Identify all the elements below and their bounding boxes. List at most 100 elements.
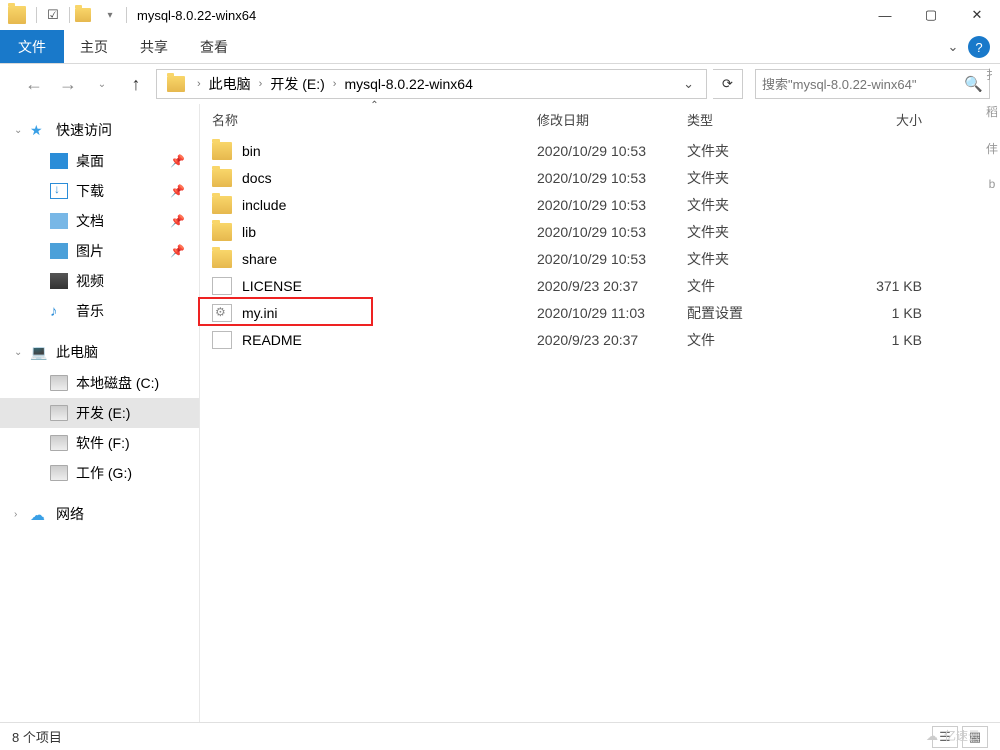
refresh-button[interactable]: ⟳	[713, 69, 743, 99]
sidebar-network[interactable]: › ☁ 网络	[0, 498, 199, 530]
file-row[interactable]: include2020/10/29 10:53文件夹	[200, 191, 1000, 218]
file-name: docs	[242, 170, 537, 186]
ribbon-file-tab[interactable]: 文件	[0, 30, 64, 63]
chevron-right-icon[interactable]: ›	[191, 78, 207, 90]
nav-recent-dropdown[interactable]: ⌄	[88, 70, 116, 98]
desktop-icon	[50, 153, 68, 169]
disk-icon	[50, 405, 68, 421]
qat-new-folder-icon[interactable]	[74, 3, 98, 27]
file-row[interactable]: README2020/9/23 20:37文件1 KB	[200, 326, 1000, 353]
breadcrumb-drive[interactable]: 开发 (E:)	[268, 74, 326, 94]
side-cropped-chars: 扌稻仹b	[984, 66, 1000, 191]
close-button[interactable]: ✕	[954, 0, 1000, 30]
qat-properties-icon[interactable]: ☑	[41, 3, 65, 27]
file-name: LICENSE	[242, 278, 537, 294]
sidebar-drive-g[interactable]: 工作 (G:)	[0, 458, 199, 488]
file-size: 1 KB	[837, 332, 922, 348]
column-header-size[interactable]: 大小	[837, 110, 922, 129]
network-icon: ☁	[30, 506, 48, 522]
chevron-down-icon[interactable]: ⌄	[14, 125, 22, 136]
file-name: my.ini	[242, 305, 537, 321]
chevron-right-icon[interactable]: ›	[253, 78, 269, 90]
sidebar-item-music[interactable]: ♪音乐	[0, 296, 199, 326]
maximize-button[interactable]: ▢	[908, 0, 954, 30]
title-bar: ☑ ▾ mysql-8.0.22-winx64 — ▢ ✕	[0, 0, 1000, 30]
breadcrumb-thispc[interactable]: 此电脑	[207, 74, 253, 94]
search-input[interactable]	[762, 77, 964, 92]
nav-forward-button[interactable]: →	[54, 70, 82, 98]
sidebar-item-desktop[interactable]: 桌面📌	[0, 146, 199, 176]
file-row[interactable]: docs2020/10/29 10:53文件夹	[200, 164, 1000, 191]
disk-icon	[50, 435, 68, 451]
sidebar-item-pictures[interactable]: 图片📌	[0, 236, 199, 266]
chevron-right-icon[interactable]: ›	[327, 78, 343, 90]
file-date: 2020/10/29 10:53	[537, 170, 687, 186]
ribbon-tab-home[interactable]: 主页	[64, 30, 124, 63]
file-type: 文件夹	[687, 168, 837, 188]
file-date: 2020/10/29 10:53	[537, 143, 687, 159]
file-date: 2020/10/29 11:03	[537, 305, 687, 321]
pin-icon: 📌	[170, 184, 185, 198]
disk-icon	[50, 465, 68, 481]
sidebar-item-downloads[interactable]: 下载📌	[0, 176, 199, 206]
folder-icon	[212, 142, 232, 160]
ribbon-collapse-icon[interactable]: ⌄	[938, 30, 968, 63]
search-box[interactable]: 🔍	[755, 69, 990, 99]
file-type: 文件	[687, 330, 837, 350]
address-dropdown-icon[interactable]: ⌄	[675, 76, 702, 92]
ribbon-tab-share[interactable]: 共享	[124, 30, 184, 63]
address-bar[interactable]: › 此电脑 › 开发 (E:) › mysql-8.0.22-winx64 ⌄	[156, 69, 707, 99]
file-type: 文件夹	[687, 222, 837, 242]
file-pane: 名称 修改日期 类型 大小 bin2020/10/29 10:53文件夹docs…	[200, 104, 1000, 722]
search-icon[interactable]: 🔍	[964, 75, 983, 93]
column-headers: 名称 修改日期 类型 大小	[200, 104, 1000, 137]
help-button[interactable]: ?	[968, 36, 990, 58]
file-row[interactable]: LICENSE2020/9/23 20:37文件371 KB	[200, 272, 1000, 299]
pin-icon: 📌	[170, 244, 185, 258]
file-name: share	[242, 251, 537, 267]
breadcrumb-folder[interactable]: mysql-8.0.22-winx64	[342, 76, 474, 92]
file-row[interactable]: my.ini2020/10/29 11:03配置设置1 KB	[200, 299, 1000, 326]
file-date: 2020/10/29 10:53	[537, 251, 687, 267]
file-type: 文件	[687, 276, 837, 296]
file-row[interactable]: lib2020/10/29 10:53文件夹	[200, 218, 1000, 245]
file-size: 371 KB	[837, 278, 922, 294]
file-row[interactable]: share2020/10/29 10:53文件夹	[200, 245, 1000, 272]
nav-up-button[interactable]: ↑	[122, 70, 150, 98]
file-date: 2020/10/29 10:53	[537, 224, 687, 240]
sidebar-item-documents[interactable]: 文档📌	[0, 206, 199, 236]
download-icon	[50, 183, 68, 199]
file-icon	[212, 331, 232, 349]
file-type: 配置设置	[687, 303, 837, 323]
file-row[interactable]: bin2020/10/29 10:53文件夹	[200, 137, 1000, 164]
sidebar-drive-e[interactable]: 开发 (E:)	[0, 398, 199, 428]
folder-icon	[212, 223, 232, 241]
music-icon: ♪	[50, 303, 68, 319]
sidebar-item-videos[interactable]: 视频	[0, 266, 199, 296]
chevron-right-icon[interactable]: ›	[14, 509, 17, 520]
column-header-name[interactable]: 名称	[212, 110, 537, 129]
sidebar-drive-f[interactable]: 软件 (F:)	[0, 428, 199, 458]
sidebar-quick-access[interactable]: ⌄ ★ 快速访问	[0, 114, 199, 146]
nav-back-button[interactable]: ←	[20, 70, 48, 98]
file-name: include	[242, 197, 537, 213]
ribbon-tab-view[interactable]: 查看	[184, 30, 244, 63]
pc-icon: 💻	[30, 344, 48, 360]
ini-icon	[212, 304, 232, 322]
sidebar-thispc[interactable]: ⌄ 💻 此电脑	[0, 336, 199, 368]
file-name: lib	[242, 224, 537, 240]
file-name: bin	[242, 143, 537, 159]
status-bar: 8 个项目 ☰ ▦	[0, 722, 1000, 750]
qat-dropdown-icon[interactable]: ▾	[98, 3, 122, 27]
folder-icon	[212, 196, 232, 214]
column-header-date[interactable]: 修改日期	[537, 110, 687, 129]
sidebar-drive-c[interactable]: 本地磁盘 (C:)	[0, 368, 199, 398]
file-type: 文件夹	[687, 141, 837, 161]
file-size: 1 KB	[837, 305, 922, 321]
disk-icon	[50, 375, 68, 391]
minimize-button[interactable]: —	[862, 0, 908, 30]
pin-icon: 📌	[170, 154, 185, 168]
chevron-down-icon[interactable]: ⌄	[14, 347, 22, 358]
column-header-type[interactable]: 类型	[687, 110, 837, 129]
ribbon: 文件 主页 共享 查看 ⌄ ?	[0, 30, 1000, 64]
